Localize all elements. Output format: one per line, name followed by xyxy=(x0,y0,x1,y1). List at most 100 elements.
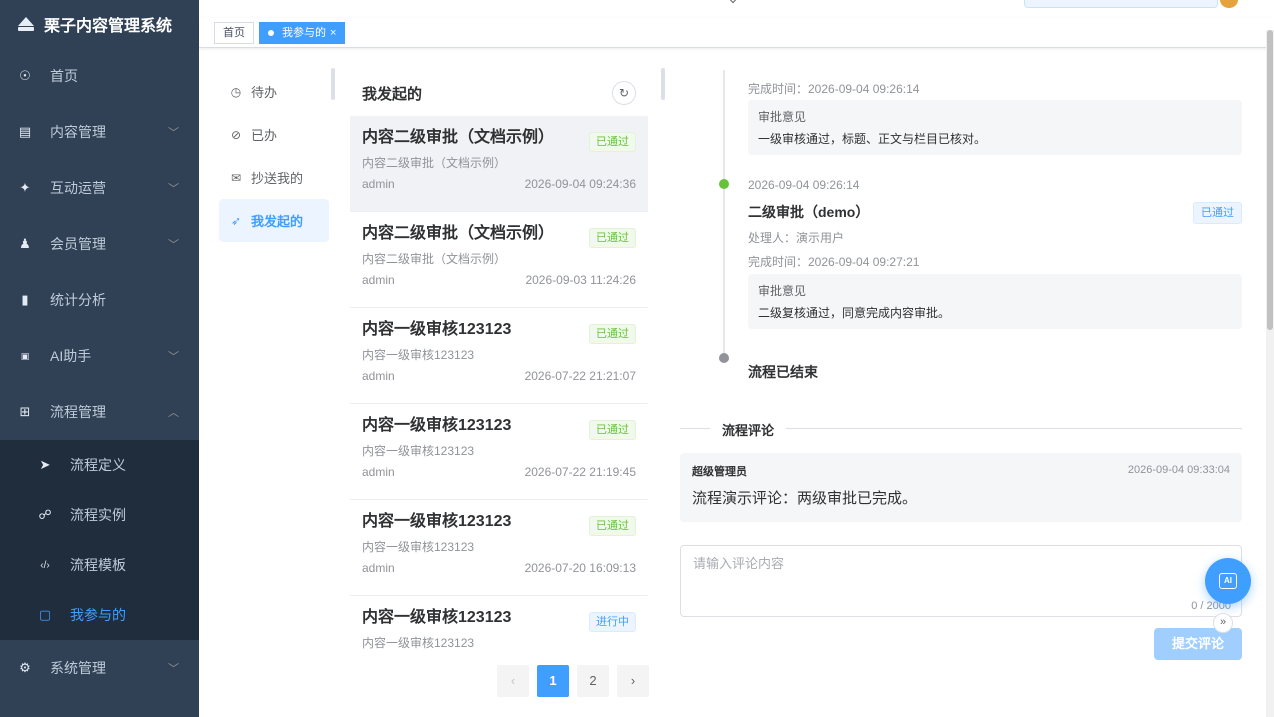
tags-view: 首页 我参与的 × xyxy=(199,18,1274,48)
sidebar-item-workflow[interactable]: ⊞ 流程管理 ︿ xyxy=(0,384,199,440)
sidebar-item-ai[interactable]: ▣ AI助手 ﹀ xyxy=(0,328,199,384)
clock-icon: ◷ xyxy=(230,84,242,99)
panel-resize-handle[interactable] xyxy=(331,68,335,100)
approval-opinion: 审批意见 一级审核通过，标题、正文与栏目已核对。 xyxy=(748,100,1242,155)
sidebar-item-interaction[interactable]: ✦ 互动运营 ﹀ xyxy=(0,160,199,216)
category-cc[interactable]: ✉ 抄送我的 xyxy=(219,156,329,199)
page-button[interactable]: 1 xyxy=(537,665,569,697)
process-list-panel: 我发起的 ↻ 内容二级审批（文档示例） 已通过 内容二级审批（文档示例） adm… xyxy=(350,70,648,650)
prev-page-button[interactable]: ‹ xyxy=(497,665,529,697)
next-page-button[interactable]: › xyxy=(617,665,649,697)
logo-icon xyxy=(18,17,34,31)
comment-time: 2026-09-04 09:33:04 xyxy=(1127,464,1230,476)
item-time: 2026-07-22 21:21:07 xyxy=(524,369,636,383)
category-label: 我发起的 xyxy=(251,214,304,229)
document-icon: ▤ xyxy=(18,124,32,139)
comment-placeholder: 请输入评论内容 xyxy=(693,556,785,571)
item-user: admin xyxy=(362,561,395,575)
sidebar-subitem-participated[interactable]: ▢ 我参与的 xyxy=(0,590,199,640)
sidebar: 栗子内容管理系统 ☉ 首页 ▤ 内容管理 ﹀ ✦ 互动运营 ﹀ ♟ 会员管理 ﹀… xyxy=(0,0,199,717)
sidebar-subitem-instance[interactable]: ☍ 流程实例 xyxy=(0,490,199,540)
node-finish-time: 完成时间：2026-09-04 09:26:14 xyxy=(748,82,920,96)
active-dot-icon xyxy=(268,29,274,36)
sidebar-item-label: 我参与的 xyxy=(70,607,126,623)
chevron-down-icon: ﹀ xyxy=(168,239,179,251)
item-meta: admin 2026-07-22 21:19:45 xyxy=(362,465,636,479)
chevron-down-icon: ﹀ xyxy=(168,183,179,195)
list-item[interactable]: 内容一级审核123123 已通过 内容一级审核123123 admin 2026… xyxy=(350,404,648,500)
page-scrollbar[interactable] xyxy=(1266,30,1274,717)
app-title: 栗子内容管理系统 xyxy=(44,18,173,35)
chevron-down-icon: ﹀ xyxy=(168,663,179,675)
sidebar-item-members[interactable]: ♟ 会员管理 ﹀ xyxy=(0,216,199,272)
sidebar-item-content[interactable]: ▤ 内容管理 ﹀ xyxy=(0,104,199,160)
approval-opinion: 审批意见 二级复核通过，同意完成内容审批。 xyxy=(748,274,1242,329)
timeline-line xyxy=(723,70,725,358)
mail-icon: ✉ xyxy=(230,170,242,185)
app-brand[interactable]: 栗子内容管理系统 xyxy=(0,0,199,48)
list-item[interactable]: 内容二级审批（文档示例） 已通过 内容二级审批（文档示例） admin 2026… xyxy=(350,116,648,212)
send-icon: ➤ xyxy=(39,457,51,472)
chevron-icon[interactable] xyxy=(728,0,738,4)
item-user: admin xyxy=(362,177,395,191)
status-badge: 已通过 xyxy=(589,324,636,344)
item-time: 2026-09-04 09:24:36 xyxy=(524,177,636,191)
list-item[interactable]: 内容一级审核123123 已通过 内容一级审核123123 admin 2026… xyxy=(350,308,648,404)
node-finish-time: 完成时间：2026-09-04 09:27:21 xyxy=(748,255,920,269)
category-label: 待办 xyxy=(251,85,278,100)
scrollbar-thumb[interactable] xyxy=(1267,30,1273,330)
double-chevron-icon[interactable]: » xyxy=(1213,613,1233,633)
sidebar-subitem-definition[interactable]: ➤ 流程定义 xyxy=(0,440,199,490)
list-header: 我发起的 ↻ xyxy=(350,70,648,116)
sidebar-item-stats[interactable]: ▮ 统计分析 xyxy=(0,272,199,328)
page-button[interactable]: 2 xyxy=(577,665,609,697)
ai-icon: AI xyxy=(1219,573,1237,589)
sidebar-item-label: 流程模板 xyxy=(70,557,126,573)
category-initiated[interactable]: ➶ 我发起的 xyxy=(219,199,329,242)
tag-home[interactable]: 首页 xyxy=(214,21,254,44)
sidebar-item-label: 统计分析 xyxy=(50,292,106,308)
status-badge: 已通过 xyxy=(589,132,636,152)
sidebar-item-system[interactable]: ⚙ 系统管理 ﹀ xyxy=(0,640,199,696)
sidebar-item-label: 流程管理 xyxy=(50,404,106,420)
ai-icon: ▣ xyxy=(20,350,30,361)
sidebar-item-label: AI助手 xyxy=(50,348,92,364)
submit-comment-button[interactable]: 提交评论 xyxy=(1154,628,1242,660)
avatar[interactable] xyxy=(1220,0,1238,8)
close-icon[interactable]: × xyxy=(330,23,336,43)
item-user: admin xyxy=(362,369,395,383)
refresh-icon[interactable]: ↻ xyxy=(612,81,636,105)
interaction-icon: ✦ xyxy=(19,180,31,195)
list-item[interactable]: 内容一级审核123123 进行中 内容一级审核123123 xyxy=(350,596,648,650)
process-detail-panel: 完成时间：2026-09-04 09:26:14 审批意见 一级审核通过，标题、… xyxy=(680,70,1242,717)
item-subtitle: 内容一级审核123123 xyxy=(362,348,475,362)
item-subtitle: 内容一级审核123123 xyxy=(362,444,475,458)
comment-input[interactable]: 请输入评论内容 0 / 2000 xyxy=(680,545,1242,617)
category-label: 已办 xyxy=(251,128,278,143)
sidebar-item-label: 首页 xyxy=(50,68,78,84)
list-item[interactable]: 内容一级审核123123 已通过 内容一级审核123123 admin 2026… xyxy=(350,500,648,596)
sidebar-subitem-template[interactable]: ‹/› 流程模板 xyxy=(0,540,199,590)
category-done[interactable]: ⊘ 已办 xyxy=(219,113,329,156)
workflow-submenu: ➤ 流程定义 ☍ 流程实例 ‹/› 流程模板 ▢ 我参与的 xyxy=(0,440,199,640)
tag-participated[interactable]: 我参与的 × xyxy=(259,21,346,44)
item-time: 2026-07-22 21:19:45 xyxy=(524,465,636,479)
list-item[interactable]: 内容二级审批（文档示例） 已通过 内容二级审批（文档示例） admin 2026… xyxy=(350,212,648,308)
opinion-label: 审批意见 xyxy=(758,110,807,124)
item-time: 2026-09-03 11:24:26 xyxy=(525,273,636,287)
category-todo[interactable]: ◷ 待办 xyxy=(219,70,329,113)
opinion-text: 二级复核通过，同意完成内容审批。 xyxy=(758,306,951,320)
sidebar-item-label: 系统管理 xyxy=(50,660,106,676)
chevron-down-icon: ﹀ xyxy=(168,127,179,139)
sidebar-item-home[interactable]: ☉ 首页 xyxy=(0,48,199,104)
header-search-box[interactable] xyxy=(1024,0,1218,8)
instance-icon: ☍ xyxy=(38,507,52,522)
panel-resize-handle[interactable] xyxy=(661,68,665,100)
dashboard-icon: ☉ xyxy=(19,68,31,83)
status-badge: 已通过 xyxy=(1193,202,1242,224)
ai-assistant-button[interactable]: AI xyxy=(1205,558,1251,604)
tag-label: 我参与的 xyxy=(282,26,326,39)
node-time: 2026-09-04 09:26:14 xyxy=(748,178,860,192)
node-handler: 处理人：演示用户 xyxy=(748,231,845,245)
item-meta: admin 2026-09-03 11:24:26 xyxy=(362,273,636,287)
